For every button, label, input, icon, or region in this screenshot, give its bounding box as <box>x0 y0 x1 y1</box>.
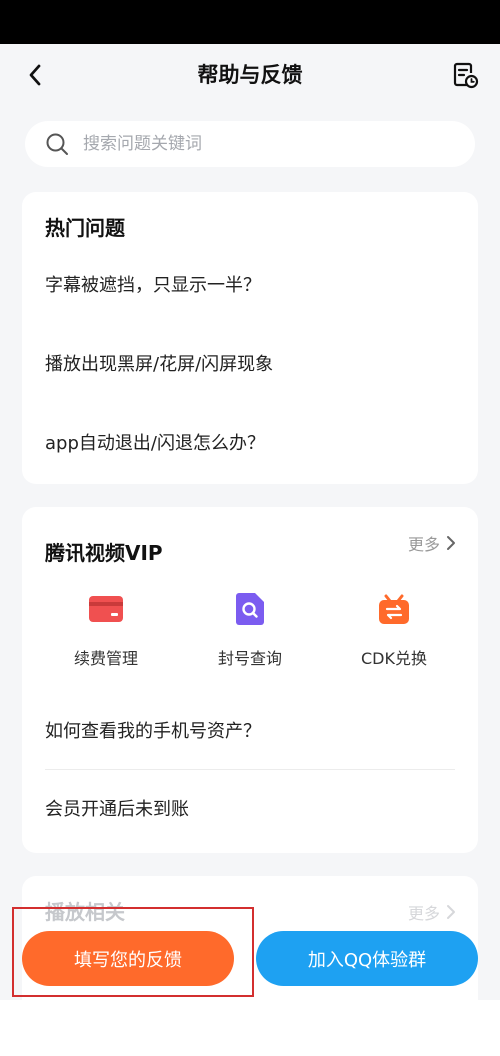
playback-more-link[interactable]: 更多 <box>408 900 456 924</box>
search-bar[interactable] <box>25 121 475 167</box>
account-ban-query-label: 封号查询 <box>217 649 282 668</box>
cdk-exchange-label: CDK兑换 <box>361 649 427 668</box>
chevron-right-icon <box>447 905 455 919</box>
help-feedback-page: 帮助与反馈 热门问题 字幕被遮挡，只显示一半？ 播放出现黑屏/花屏/闪屏现象 a… <box>0 0 500 1056</box>
page-title: 帮助与反馈 <box>197 63 303 87</box>
status-bar <box>0 0 500 44</box>
divider <box>45 769 455 770</box>
nav-bar: 帮助与反馈 <box>0 44 500 106</box>
renewal-management-label: 续费管理 <box>73 649 138 668</box>
vip-more-link[interactable]: 更多 <box>408 531 456 555</box>
search-doc-icon <box>230 591 270 627</box>
bottom-bar-background <box>0 1000 500 1056</box>
vip-question-item[interactable]: 会员开通后未到账 <box>45 795 189 821</box>
vip-section-title: 腾讯视频VIP <box>45 541 163 565</box>
join-qq-group-button[interactable]: 加入QQ体验群 <box>256 931 478 986</box>
search-input[interactable] <box>83 134 423 154</box>
vip-card: 腾讯视频VIP 更多 续费管理 封号查询 CDK兑换 如何查看我的手机号资产？ … <box>22 507 478 853</box>
submit-feedback-button[interactable]: 填写您的反馈 <box>22 931 234 986</box>
hot-question-item[interactable]: 字幕被遮挡，只显示一半？ <box>45 271 261 297</box>
more-label: 更多 <box>407 535 440 554</box>
renewal-management-button[interactable]: 续费管理 <box>36 591 176 669</box>
card-icon <box>86 591 126 627</box>
document-clock-icon <box>453 62 479 89</box>
playback-section-title: 播放相关 <box>45 900 125 924</box>
hot-questions-card: 热门问题 字幕被遮挡，只显示一半？ 播放出现黑屏/花屏/闪屏现象 app自动退出… <box>22 192 478 484</box>
feedback-history-button[interactable] <box>448 58 482 92</box>
chevron-right-icon <box>447 536 455 550</box>
more-label: 更多 <box>407 904 440 923</box>
exchange-icon <box>374 591 414 627</box>
hot-question-item[interactable]: 播放出现黑屏/花屏/闪屏现象 <box>45 350 273 376</box>
hot-questions-title: 热门问题 <box>45 216 125 240</box>
cdk-exchange-button[interactable]: CDK兑换 <box>324 591 464 669</box>
account-ban-query-button[interactable]: 封号查询 <box>180 591 320 669</box>
vip-question-item[interactable]: 如何查看我的手机号资产？ <box>45 717 261 743</box>
hot-question-item[interactable]: app自动退出/闪退怎么办？ <box>45 429 265 455</box>
search-icon <box>46 133 68 155</box>
